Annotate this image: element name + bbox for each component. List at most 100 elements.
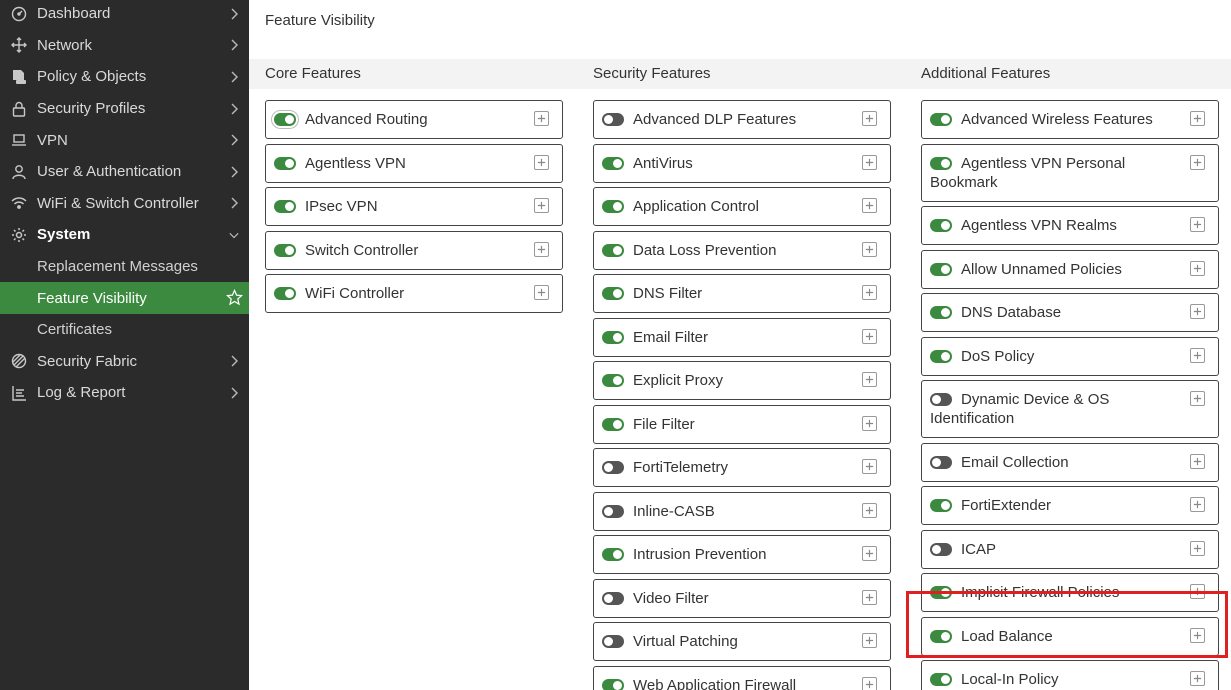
expand-plus-icon[interactable] (1190, 347, 1205, 363)
toggle-switch[interactable] (930, 156, 952, 170)
chevron-right-icon (227, 70, 241, 84)
expand-plus-icon[interactable] (862, 459, 877, 474)
sidebar-item-security-fabric[interactable]: Security Fabric (0, 346, 249, 378)
toggle-switch[interactable] (602, 287, 624, 300)
expand-plus-icon[interactable] (862, 285, 877, 300)
sidebar-subitem-label: Feature Visibility (37, 289, 147, 307)
sidebar-item-network[interactable]: Network (0, 30, 249, 62)
expand-plus-icon[interactable] (862, 546, 877, 561)
expand-plus-icon[interactable] (862, 502, 877, 518)
feature-card-agentless-vpn-realms: Agentless VPN Realms (921, 206, 1219, 245)
sidebar-subitem-replacement-messages[interactable]: Replacement Messages (0, 251, 249, 283)
feature-label: Load Balance (961, 627, 1053, 645)
expand-plus-icon[interactable] (862, 154, 877, 170)
feature-card-antivirus: AntiVirus (593, 143, 891, 183)
expand-plus-icon[interactable] (534, 285, 549, 300)
toggle-switch[interactable] (602, 200, 624, 213)
feature-card-video-filter: Video Filter (593, 578, 891, 618)
toggle-switch[interactable] (930, 673, 952, 686)
network-icon (10, 36, 28, 54)
feature-card-icap: ICAP (921, 529, 1219, 569)
star-icon[interactable] (225, 289, 244, 306)
sidebar-item-wifi-and-switch-controller[interactable]: WiFi & Switch Controller (0, 188, 249, 220)
sidebar-item-security-profiles[interactable]: Security Profiles (0, 93, 249, 125)
expand-plus-icon[interactable] (862, 589, 877, 605)
toggle-switch[interactable] (274, 287, 296, 300)
toggle-switch[interactable] (930, 455, 952, 469)
expand-plus-icon[interactable] (862, 198, 877, 213)
toggle-switch[interactable] (602, 461, 624, 474)
sidebar-item-system[interactable]: System (0, 219, 249, 251)
expand-plus-icon[interactable] (862, 328, 877, 344)
toggle-switch[interactable] (930, 629, 952, 643)
expand-plus-icon[interactable] (1190, 111, 1205, 126)
expand-plus-icon[interactable] (862, 111, 877, 126)
toggle-switch[interactable] (930, 586, 952, 599)
toggle-switch[interactable] (602, 678, 624, 690)
expand-plus-icon[interactable] (534, 154, 549, 170)
expand-plus-icon[interactable] (862, 372, 877, 387)
toggle-switch[interactable] (274, 243, 296, 257)
toggle-switch[interactable] (602, 330, 624, 344)
expand-plus-icon[interactable] (862, 633, 877, 648)
expand-plus-icon[interactable] (862, 241, 877, 257)
sidebar-item-vpn[interactable]: VPN (0, 124, 249, 156)
toggle-switch[interactable] (602, 417, 624, 431)
sidebar-subitem-certificates[interactable]: Certificates (0, 314, 249, 346)
toggle-switch[interactable] (602, 548, 624, 561)
feature-label: Virtual Patching (633, 633, 738, 650)
feature-card-agentless-vpn: Agentless VPN (265, 143, 563, 183)
toggle-switch[interactable] (930, 113, 952, 126)
expand-plus-icon[interactable] (1190, 304, 1205, 319)
toggle-switch[interactable] (274, 200, 296, 213)
chevron-right-icon (227, 7, 241, 21)
toggle-switch[interactable] (602, 504, 624, 518)
feature-card-switch-controller: Switch Controller (265, 230, 563, 270)
toggle-switch[interactable] (930, 393, 952, 406)
toggle-switch[interactable] (930, 306, 952, 319)
toggle-switch[interactable] (274, 156, 296, 170)
toggle-switch[interactable] (930, 542, 952, 556)
expand-plus-icon[interactable] (862, 676, 877, 690)
toggle-switch[interactable] (274, 113, 296, 126)
expand-plus-icon[interactable] (534, 241, 549, 257)
sidebar-item-user-and-authentication[interactable]: User & Authentication (0, 156, 249, 188)
expand-plus-icon[interactable] (1190, 627, 1205, 643)
chevron-right-icon (227, 38, 241, 52)
expand-plus-icon[interactable] (1190, 154, 1205, 170)
sidebar-item-dashboard[interactable]: Dashboard (0, 0, 249, 30)
toggle-switch[interactable] (930, 349, 952, 363)
toggle-switch[interactable] (930, 262, 952, 276)
feature-label: Advanced DLP Features (633, 111, 797, 128)
feature-label: Implicit Firewall Policies (961, 584, 1120, 601)
feature-card-virtual-patching: Virtual Patching (593, 622, 891, 661)
expand-plus-icon[interactable] (1190, 217, 1205, 232)
toggle-switch[interactable] (930, 219, 952, 232)
expand-plus-icon[interactable] (1190, 497, 1205, 512)
toggle-switch[interactable] (602, 635, 624, 648)
toggle-switch[interactable] (602, 591, 624, 605)
sidebar-subitem-feature-visibility[interactable]: Feature Visibility (0, 282, 249, 314)
feature-card-fortiextender: FortiExtender (921, 486, 1219, 525)
expand-plus-icon[interactable] (1190, 584, 1205, 599)
toggle-switch[interactable] (602, 156, 624, 170)
toggle-switch[interactable] (602, 374, 624, 387)
expand-plus-icon[interactable] (534, 198, 549, 213)
expand-plus-icon[interactable] (1190, 391, 1205, 406)
sidebar-item-policy-and-objects[interactable]: Policy & Objects (0, 61, 249, 93)
expand-plus-icon[interactable] (1190, 260, 1205, 276)
toggle-switch[interactable] (930, 499, 952, 512)
feature-card-fortitelemetry: FortiTelemetry (593, 448, 891, 487)
feature-card-dos-policy: DoS Policy (921, 336, 1219, 376)
expand-plus-icon[interactable] (534, 111, 549, 126)
fabric-icon (10, 352, 28, 370)
toggle-switch[interactable] (602, 243, 624, 257)
feature-card-dns-database: DNS Database (921, 293, 1219, 332)
toggle-switch[interactable] (602, 113, 624, 126)
expand-plus-icon[interactable] (1190, 540, 1205, 556)
expand-plus-icon[interactable] (862, 415, 877, 431)
expand-plus-icon[interactable] (1190, 671, 1205, 686)
main-content: Feature Visibility Core Features Securit… (249, 0, 1231, 690)
expand-plus-icon[interactable] (1190, 453, 1205, 469)
sidebar-item-log-and-report[interactable]: Log & Report (0, 377, 249, 409)
